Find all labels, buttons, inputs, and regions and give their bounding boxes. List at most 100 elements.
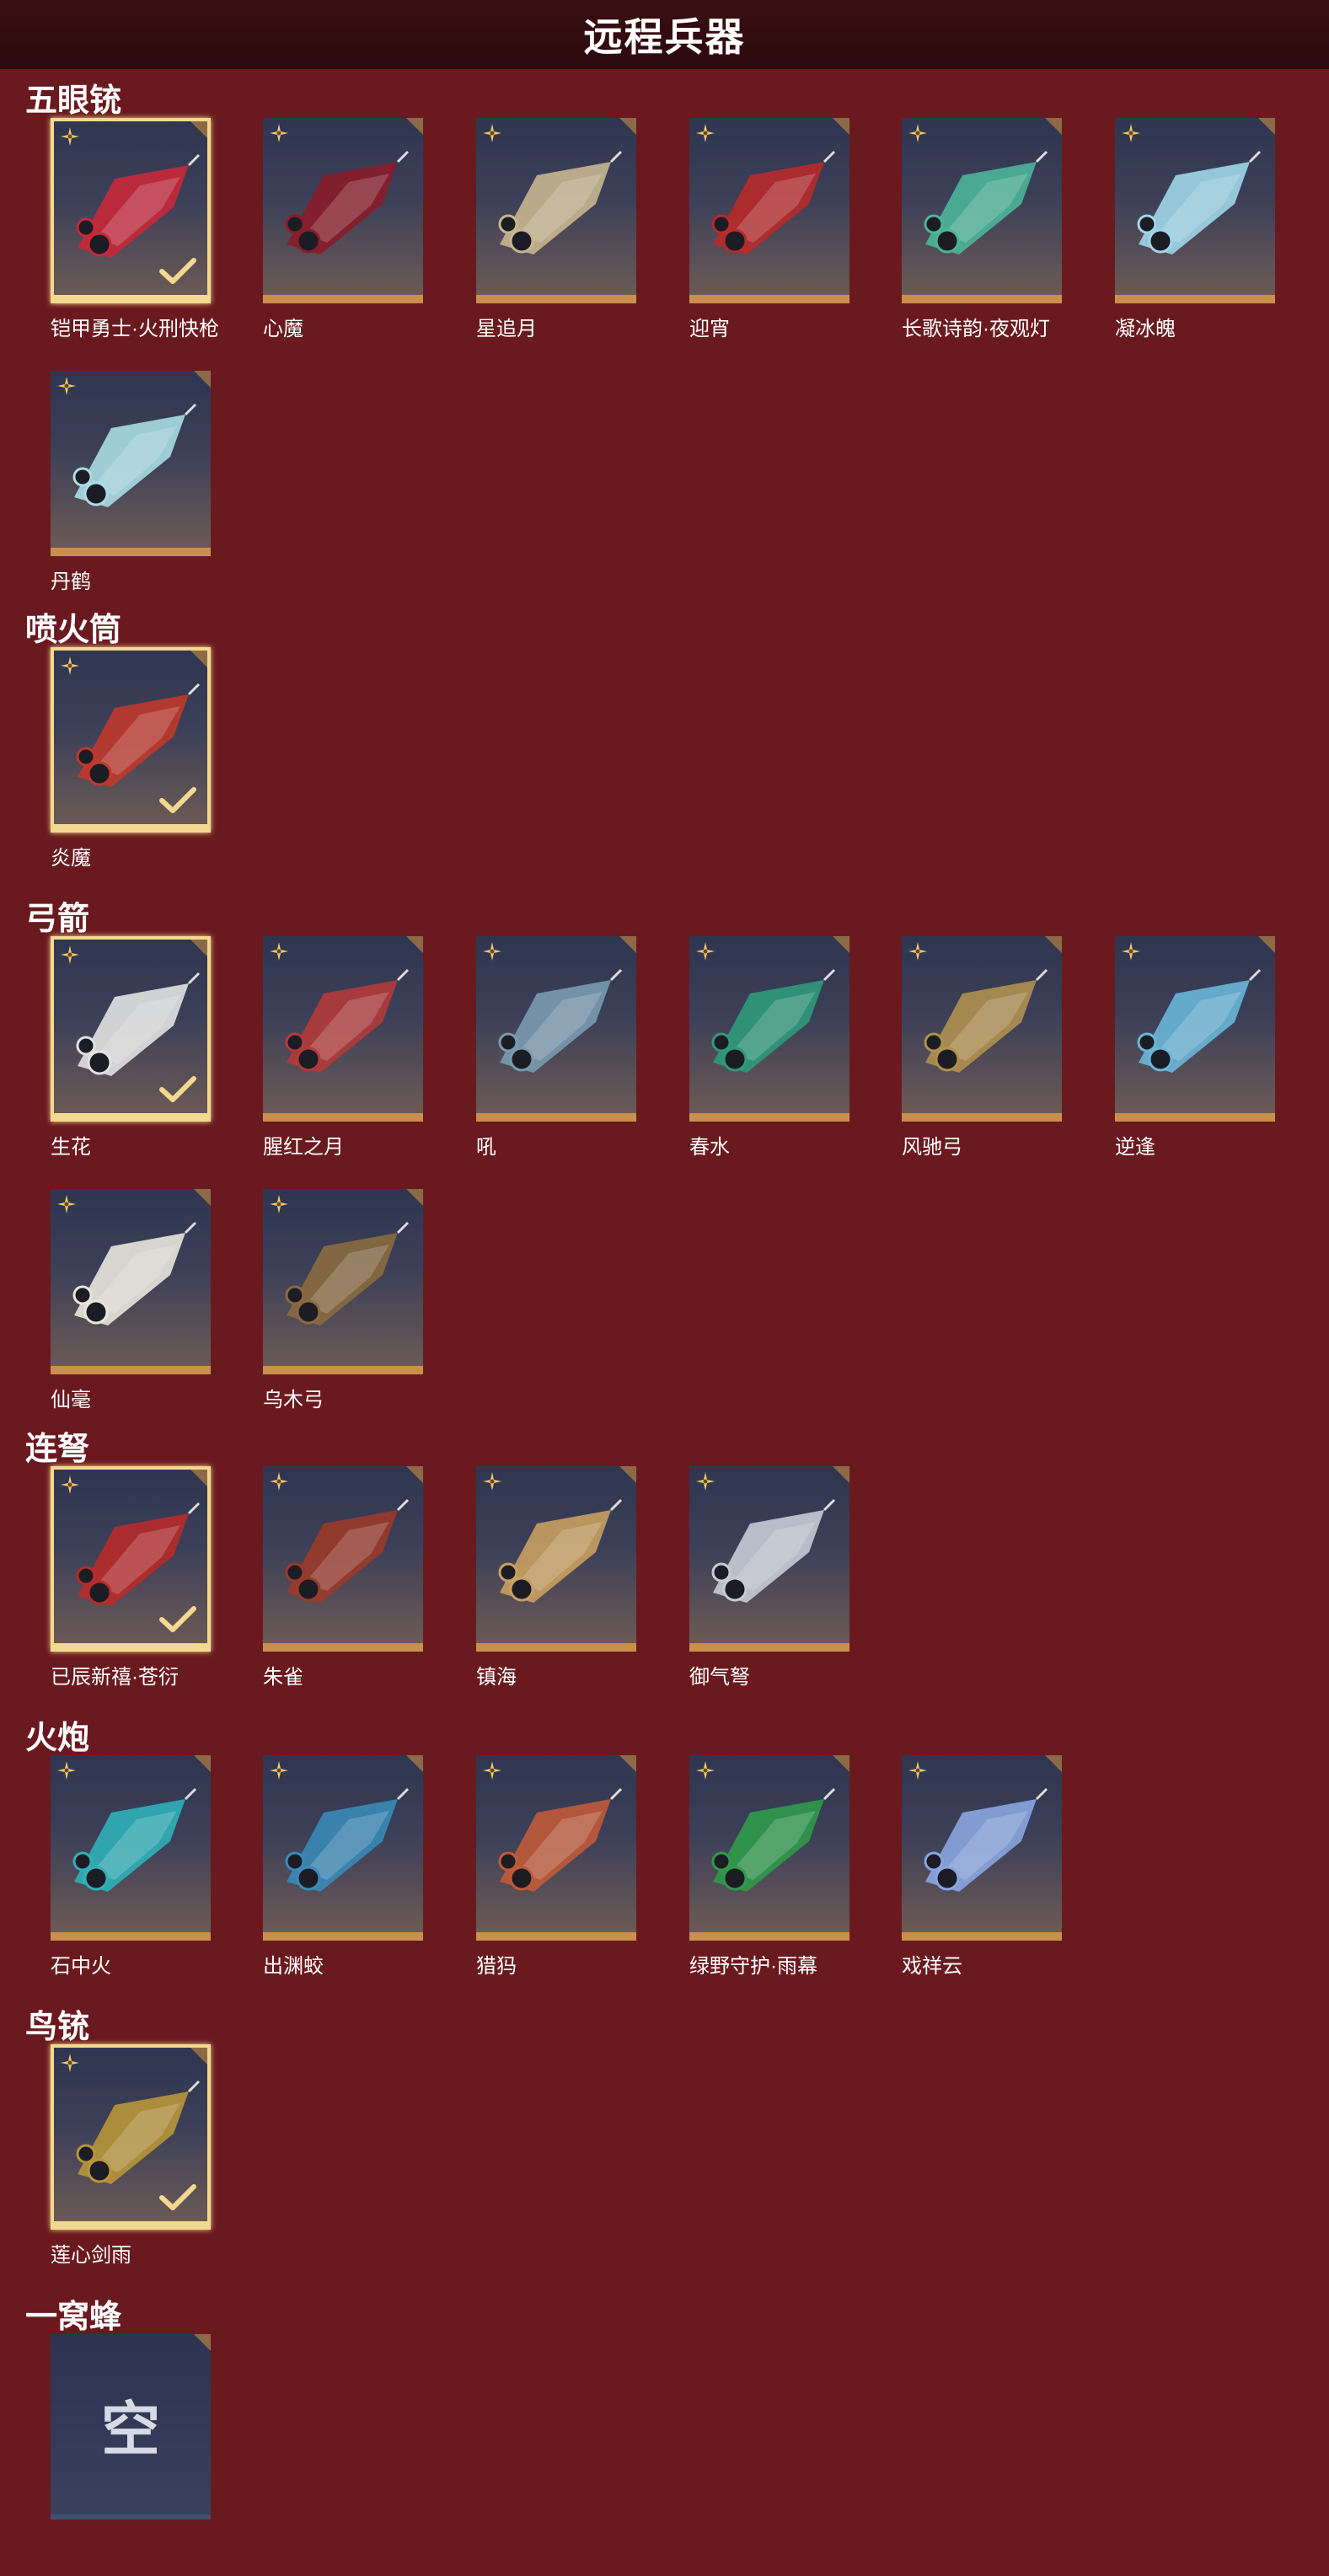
- weapon-card[interactable]: [51, 936, 211, 1122]
- star-rarity-icon: [60, 2053, 80, 2073]
- weapon-name: 迎宵: [689, 318, 730, 340]
- weapon-image: [1123, 143, 1267, 270]
- corner-tag-icon: [1045, 118, 1062, 135]
- weapon-card[interactable]: [51, 1466, 211, 1652]
- star-rarity-icon: [60, 126, 80, 147]
- star-rarity-icon: [269, 941, 289, 961]
- weapon-card[interactable]: [689, 936, 849, 1122]
- weapon-card[interactable]: [263, 1189, 423, 1374]
- star-rarity-icon: [908, 941, 928, 961]
- weapon-card[interactable]: [689, 1755, 849, 1941]
- weapon-name: 吼: [476, 1136, 496, 1159]
- weapon-image: [698, 1492, 841, 1618]
- weapon-name: 凝冰魄: [1115, 318, 1176, 340]
- star-rarity-icon: [56, 1760, 77, 1781]
- weapon-card[interactable]: [51, 1755, 211, 1941]
- weapon-image: [59, 1781, 202, 1907]
- empty-slot-label: 空: [101, 2396, 160, 2462]
- corner-tag-icon: [619, 936, 636, 953]
- weapon-name: 风驰弓: [902, 1136, 962, 1159]
- corner-tag-icon: [619, 118, 636, 135]
- weapon-image: [698, 143, 841, 270]
- weapon-name: 莲心剑雨: [51, 2244, 131, 2267]
- star-rarity-icon: [695, 123, 715, 143]
- weapon-image: [62, 965, 206, 1091]
- corner-tag-icon: [619, 1755, 636, 1772]
- weapon-card[interactable]: [51, 2044, 211, 2230]
- weapon-name: 御气弩: [689, 1666, 750, 1689]
- corner-tag-icon: [406, 118, 423, 135]
- star-rarity-icon: [60, 945, 80, 965]
- weapon-card[interactable]: [263, 118, 423, 303]
- corner-tag-icon: [194, 371, 211, 388]
- weapon-image: [910, 1781, 1053, 1907]
- corner-tag-icon: [190, 121, 207, 138]
- page-title: 远程兵器: [0, 0, 1329, 69]
- star-rarity-icon: [908, 1760, 928, 1781]
- weapon-card[interactable]: [476, 1755, 636, 1941]
- weapon-card[interactable]: [689, 118, 849, 303]
- star-rarity-icon: [695, 1471, 715, 1492]
- weapon-card[interactable]: [476, 118, 636, 303]
- corner-tag-icon: [406, 1466, 423, 1483]
- weapon-card[interactable]: [51, 647, 211, 833]
- weapon-image: [62, 1495, 206, 1621]
- weapon-name: 猎犸: [476, 1955, 517, 1978]
- weapon-card[interactable]: [51, 371, 211, 556]
- corner-tag-icon: [190, 1470, 207, 1486]
- star-rarity-icon: [482, 123, 502, 143]
- weapon-image: [59, 396, 202, 522]
- weapon-name: 绿野守护·雨幕: [689, 1955, 817, 1978]
- weapon-name: 逆逢: [1115, 1136, 1155, 1159]
- star-rarity-icon: [908, 123, 928, 143]
- star-rarity-icon: [482, 1471, 502, 1492]
- star-rarity-icon: [269, 1194, 289, 1214]
- weapon-card[interactable]: [476, 1466, 636, 1652]
- weapon-card[interactable]: [51, 1189, 211, 1374]
- corner-tag-icon: [833, 1755, 849, 1772]
- weapon-name: 乌木弓: [263, 1389, 324, 1411]
- corner-tag-icon: [1258, 936, 1275, 953]
- empty-slot-card[interactable]: 空: [51, 2334, 211, 2520]
- weapon-card[interactable]: [902, 936, 1062, 1122]
- star-rarity-icon: [60, 1475, 80, 1495]
- corner-tag-icon: [406, 1189, 423, 1206]
- weapon-card[interactable]: [263, 1755, 423, 1941]
- checkmark-icon: [158, 256, 197, 287]
- star-rarity-icon: [695, 1760, 715, 1781]
- star-rarity-icon: [695, 941, 715, 961]
- corner-tag-icon: [1045, 1755, 1062, 1772]
- weapon-name: 腥红之月: [263, 1136, 344, 1159]
- weapon-name: 戏祥云: [902, 1955, 962, 1978]
- checkmark-icon: [158, 1074, 197, 1105]
- weapon-image: [910, 143, 1053, 270]
- weapon-name: 仙毫: [51, 1389, 91, 1411]
- section-title: 火炮: [25, 1721, 90, 1756]
- star-rarity-icon: [482, 1760, 502, 1781]
- star-rarity-icon: [56, 376, 77, 396]
- weapon-image: [698, 1781, 841, 1907]
- section-title: 连弩: [25, 1432, 90, 1467]
- star-rarity-icon: [56, 1194, 77, 1214]
- weapon-name: 炎魔: [51, 847, 91, 870]
- weapon-card[interactable]: [263, 1466, 423, 1652]
- corner-tag-icon: [833, 118, 849, 135]
- star-rarity-icon: [269, 1760, 289, 1781]
- weapon-card[interactable]: [51, 118, 211, 303]
- weapon-image: [485, 961, 628, 1088]
- weapon-image: [271, 1781, 415, 1907]
- corner-tag-icon: [194, 1189, 211, 1206]
- weapon-card[interactable]: [902, 118, 1062, 303]
- star-rarity-icon: [269, 123, 289, 143]
- weapon-card[interactable]: [1115, 936, 1275, 1122]
- weapon-card[interactable]: [1115, 118, 1275, 303]
- weapon-card[interactable]: [263, 936, 423, 1122]
- weapon-image: [271, 143, 415, 270]
- weapon-card[interactable]: [689, 1466, 849, 1652]
- weapon-card[interactable]: [476, 936, 636, 1122]
- weapon-image: [62, 147, 206, 273]
- weapon-card[interactable]: [902, 1755, 1062, 1941]
- corner-tag-icon: [1258, 118, 1275, 135]
- corner-tag-icon: [619, 1466, 636, 1483]
- star-rarity-icon: [60, 656, 80, 676]
